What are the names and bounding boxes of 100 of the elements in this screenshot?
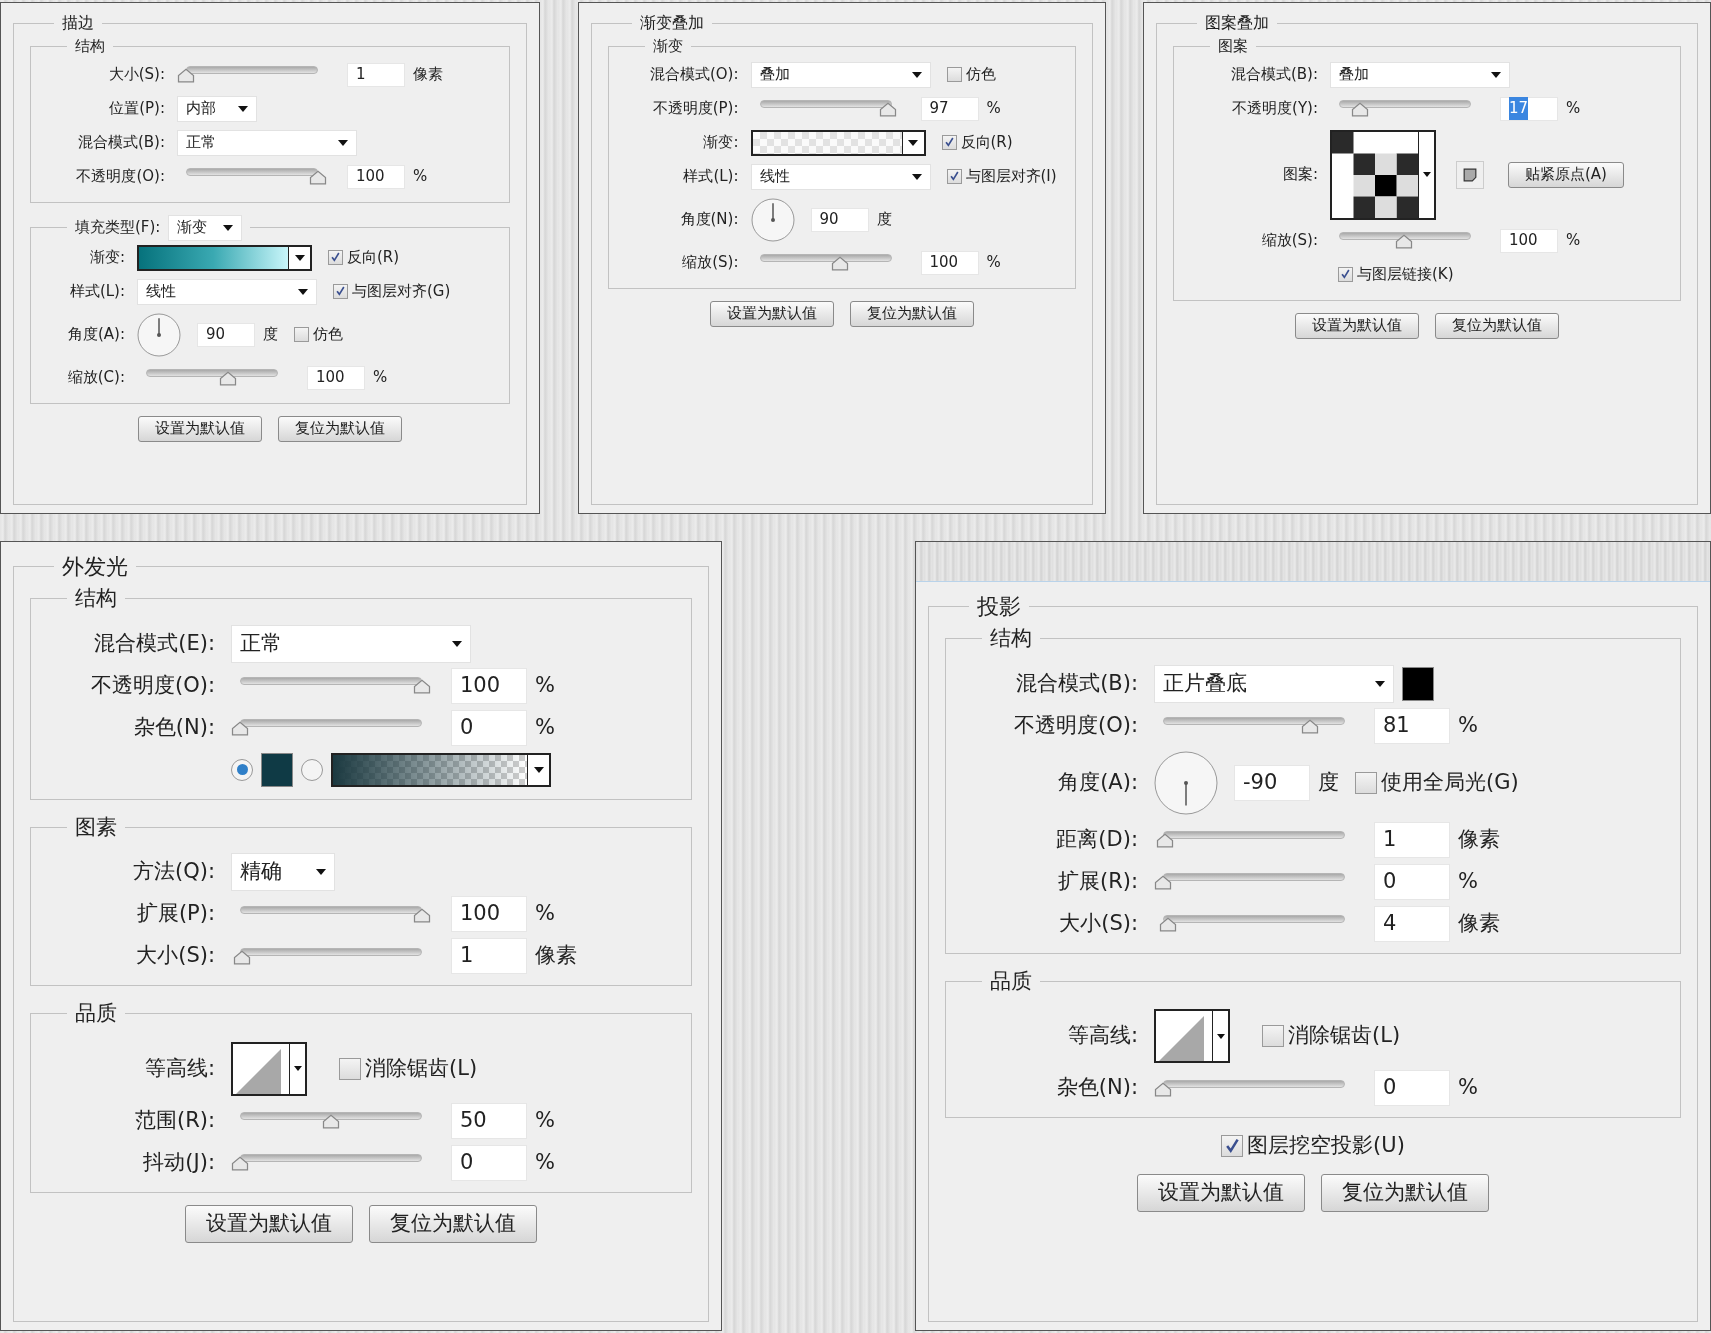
slider-thumb[interactable] — [232, 949, 251, 965]
checkbox-option[interactable]: 反向(R) — [328, 246, 400, 269]
push-button[interactable]: 复位为默认值 — [369, 1204, 537, 1243]
checkbox-option[interactable]: 消除锯齿(L) — [339, 1052, 478, 1085]
gradient-picker[interactable] — [137, 244, 312, 271]
slider-thumb[interactable] — [231, 721, 249, 736]
radio-button[interactable] — [301, 758, 323, 781]
field-label: 等高线: — [1067, 1022, 1138, 1050]
slider-thumb[interactable] — [1394, 234, 1413, 249]
dropdown[interactable]: 叠加 — [750, 61, 931, 88]
value-field[interactable]: 100 — [451, 667, 527, 704]
slider-thumb[interactable] — [218, 371, 237, 386]
value-field[interactable]: 17 — [1500, 96, 1558, 121]
slider-thumb[interactable] — [831, 256, 849, 271]
value-field[interactable]: 100 — [1500, 228, 1558, 253]
checkbox-option[interactable]: 使用全局光(G) — [1355, 766, 1519, 799]
checkbox[interactable] — [1262, 1025, 1284, 1047]
dropdown[interactable]: 渐变 — [168, 214, 243, 241]
slider-thumb[interactable] — [1301, 719, 1320, 734]
push-button[interactable]: 复位为默认值 — [849, 300, 974, 327]
angle-dial[interactable] — [750, 197, 795, 242]
checkbox-option[interactable]: 与图层对齐(G) — [333, 280, 451, 303]
push-button[interactable]: 设置为默认值 — [709, 300, 834, 327]
push-button[interactable]: 复位为默认值 — [278, 415, 402, 442]
unit-label: % — [1458, 867, 1478, 895]
checkbox[interactable] — [294, 327, 309, 342]
value-field[interactable]: 4 — [1374, 905, 1450, 942]
value-field[interactable]: -90 — [1234, 764, 1310, 801]
value-field[interactable]: 0 — [451, 1144, 527, 1181]
value-field[interactable]: 1 — [451, 938, 527, 974]
slider-thumb[interactable] — [1159, 917, 1178, 932]
radio-button[interactable] — [231, 758, 253, 781]
dropdown[interactable]: 正常 — [177, 129, 357, 156]
push-button[interactable]: 设置为默认值 — [1295, 312, 1419, 339]
slider-thumb[interactable] — [878, 102, 897, 117]
slider-thumb[interactable] — [1154, 875, 1172, 890]
color-swatch[interactable] — [261, 752, 293, 787]
value-field[interactable]: 100 — [307, 365, 365, 390]
push-button[interactable]: 复位为默认值 — [1321, 1173, 1489, 1212]
unit-label: % — [1458, 711, 1478, 739]
dropdown[interactable]: 正常 — [231, 624, 471, 663]
contour-picker[interactable] — [1154, 1009, 1230, 1063]
value-field[interactable]: 0 — [1374, 1070, 1450, 1106]
checkbox-option[interactable]: 仿色 — [946, 63, 996, 86]
value-field[interactable]: 0 — [1374, 863, 1450, 900]
slider-thumb[interactable] — [322, 1114, 340, 1129]
value-field[interactable]: 1 — [347, 62, 405, 87]
push-button[interactable]: 设置为默认值 — [185, 1204, 353, 1243]
checkbox-option[interactable]: 与图层对齐(I) — [946, 165, 1057, 188]
push-button[interactable]: 设置为默认值 — [138, 415, 262, 442]
angle-dial[interactable] — [137, 312, 181, 357]
gradient-picker[interactable] — [750, 129, 926, 156]
dropdown[interactable]: 内部 — [177, 95, 257, 122]
contour-picker[interactable] — [231, 1041, 307, 1096]
dropdown[interactable]: 叠加 — [1330, 61, 1510, 88]
checkbox[interactable] — [1221, 1134, 1244, 1157]
dropdown[interactable]: 线性 — [750, 163, 931, 190]
push-button[interactable]: 贴紧原点(A) — [1508, 161, 1624, 188]
dropdown[interactable]: 正片叠底 — [1154, 664, 1394, 703]
checkbox[interactable] — [946, 169, 962, 184]
value-field[interactable]: 97 — [920, 96, 979, 121]
value-field[interactable]: 1 — [1374, 821, 1450, 858]
slider-thumb[interactable] — [231, 1156, 249, 1171]
checkbox[interactable] — [1338, 267, 1353, 282]
slider-thumb[interactable] — [1351, 102, 1370, 117]
push-button[interactable]: 设置为默认值 — [1137, 1173, 1305, 1212]
checkbox[interactable] — [946, 67, 962, 82]
value-field[interactable]: 100 — [451, 896, 527, 932]
checkbox-option[interactable]: 图层挖空投影(U) — [1221, 1130, 1405, 1162]
checkbox-option[interactable]: 消除锯齿(L) — [1262, 1020, 1401, 1052]
dropdown[interactable]: 线性 — [137, 278, 317, 305]
slider-thumb[interactable] — [413, 907, 431, 923]
checkbox-option[interactable]: 仿色 — [294, 323, 343, 346]
checkbox[interactable] — [333, 284, 348, 299]
value-field[interactable]: 81 — [1374, 707, 1450, 744]
checkbox[interactable] — [339, 1057, 361, 1080]
checkbox[interactable] — [941, 135, 957, 150]
checkbox-option[interactable]: 与图层链接(K) — [1338, 263, 1454, 286]
pattern-picker[interactable] — [1330, 129, 1436, 220]
slider-thumb[interactable] — [309, 170, 327, 185]
slider-thumb[interactable] — [413, 679, 431, 694]
slider-thumb[interactable] — [1154, 1081, 1172, 1097]
value-field[interactable]: 0 — [451, 709, 527, 746]
value-field[interactable]: 90 — [810, 207, 869, 232]
value-field[interactable]: 100 — [347, 164, 405, 189]
dropdown[interactable]: 精确 — [231, 853, 335, 891]
checkbox[interactable] — [328, 250, 343, 265]
checkbox[interactable] — [1355, 771, 1377, 794]
value-field[interactable]: 50 — [451, 1102, 527, 1139]
gradient-picker[interactable] — [331, 752, 551, 787]
push-button[interactable]: 复位为默认值 — [1435, 312, 1559, 339]
value-field[interactable]: 100 — [920, 250, 979, 275]
angle-dial[interactable] — [1154, 750, 1218, 815]
unit-label: 像素 — [1458, 825, 1500, 853]
slider-thumb[interactable] — [177, 68, 195, 83]
color-swatch[interactable] — [1402, 666, 1434, 701]
checkbox-option[interactable]: 反向(R) — [941, 131, 1013, 154]
value-field[interactable]: 90 — [197, 322, 255, 347]
slider-thumb[interactable] — [1155, 833, 1174, 848]
new-preset-button[interactable] — [1456, 160, 1484, 189]
